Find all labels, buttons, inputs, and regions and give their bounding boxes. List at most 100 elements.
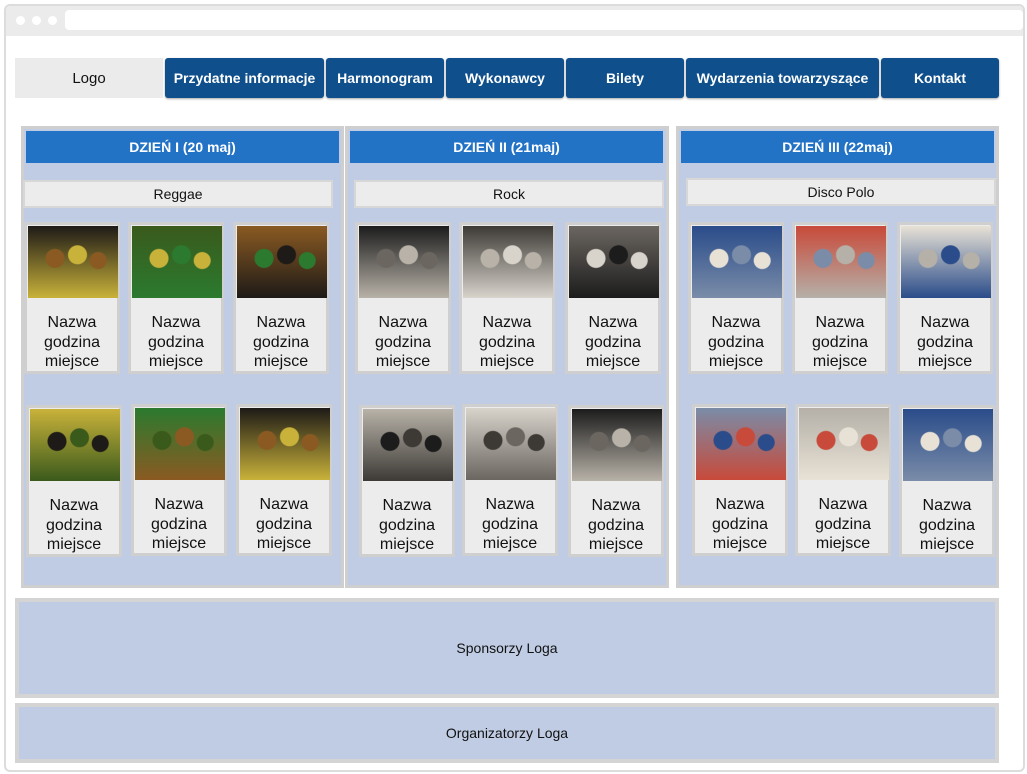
genre-label: Rock: [354, 180, 664, 208]
artist-name: Nazwa: [47, 314, 97, 331]
artist-place: miejsce: [919, 536, 975, 553]
artist-card[interactable]: Nazwa godzina miejsce: [692, 404, 788, 556]
artist-time: godzina: [252, 333, 310, 351]
artist-time: godzina: [43, 333, 101, 351]
day-title: DZIEŃ I (20 maj): [26, 131, 339, 163]
genre-label: Disco Polo: [686, 178, 996, 206]
artist-time: godzina: [916, 333, 974, 351]
artist-name: Nazwa: [815, 314, 865, 331]
artist-card[interactable]: Nazwa godzina miejsce: [233, 222, 329, 374]
window-dot-icon: [48, 16, 57, 25]
artist-card[interactable]: Nazwa godzina miejsce: [565, 222, 661, 374]
artist-info: Nazwa godzina miejsce: [239, 495, 329, 554]
artist-card[interactable]: Nazwa godzina miejsce: [359, 405, 455, 557]
artist-card[interactable]: Nazwa godzina miejsce: [792, 222, 888, 374]
nav-item-wydarzenia-towarzyszace[interactable]: Wydarzenia towarzyszące: [686, 58, 879, 98]
nav-item-przydatne-informacje[interactable]: Przydatne informacje: [165, 58, 324, 98]
artist-info: Nazwa godzina miejsce: [358, 313, 448, 372]
day-title: DZIEŃ III (22maj): [681, 131, 994, 163]
address-bar[interactable]: [65, 10, 1023, 30]
artist-time: godzina: [584, 333, 642, 351]
artist-time: godzina: [711, 515, 769, 533]
artist-place: miejsce: [482, 535, 538, 552]
artist-name: Nazwa: [922, 497, 972, 514]
window-dot-icon: [16, 16, 25, 25]
artist-place: miejsce: [46, 536, 102, 553]
artist-card[interactable]: Nazwa godzina miejsce: [795, 404, 891, 556]
artist-photo: [696, 408, 786, 480]
artist-name: Nazwa: [711, 314, 761, 331]
artist-time: godzina: [918, 516, 976, 534]
artist-time: godzina: [378, 516, 436, 534]
artist-place: miejsce: [812, 353, 868, 370]
artist-card[interactable]: Nazwa godzina miejsce: [355, 222, 451, 374]
artist-name: Nazwa: [154, 496, 204, 513]
artist-card[interactable]: Nazwa godzina miejsce: [462, 404, 558, 556]
artist-photo: [466, 408, 556, 480]
artist-place: miejsce: [44, 353, 100, 370]
artist-photo: [569, 226, 659, 298]
artist-time: godzina: [811, 333, 869, 351]
artist-card[interactable]: Nazwa godzina miejsce: [568, 405, 664, 557]
artist-info: Nazwa godzina miejsce: [695, 495, 785, 554]
artist-card[interactable]: Nazwa godzina miejsce: [236, 404, 332, 556]
artist-card[interactable]: Nazwa godzina miejsce: [26, 405, 122, 557]
artist-card[interactable]: Nazwa godzina miejsce: [459, 222, 555, 374]
artist-place: miejsce: [151, 535, 207, 552]
artist-time: godzina: [374, 333, 432, 351]
artist-card[interactable]: Nazwa godzina miejsce: [24, 222, 120, 374]
artist-info: Nazwa godzina miejsce: [691, 313, 781, 372]
artist-photo: [692, 226, 782, 298]
artist-photo: [799, 408, 889, 480]
artist-photo: [237, 226, 327, 298]
artist-time: godzina: [481, 515, 539, 533]
artist-photo: [363, 409, 453, 481]
nav-item-bilety[interactable]: Bilety: [566, 58, 684, 98]
artist-photo: [132, 226, 222, 298]
artist-name: Nazwa: [715, 496, 765, 513]
artist-place: miejsce: [588, 536, 644, 553]
artist-card[interactable]: Nazwa godzina miejsce: [899, 405, 995, 557]
artist-photo: [28, 226, 118, 298]
artist-info: Nazwa godzina miejsce: [362, 496, 452, 555]
artist-photo: [572, 409, 662, 481]
artist-card[interactable]: Nazwa godzina miejsce: [128, 222, 224, 374]
nav-item-wykonawcy[interactable]: Wykonawcy: [446, 58, 564, 98]
artist-name: Nazwa: [378, 314, 428, 331]
artist-time: godzina: [707, 333, 765, 351]
artist-photo: [903, 409, 993, 481]
artist-place: miejsce: [585, 353, 641, 370]
artist-place: miejsce: [917, 353, 973, 370]
artist-place: miejsce: [379, 536, 435, 553]
sponsors-logos: Sponsorzy Loga: [15, 598, 999, 698]
genre-label: Reggae: [23, 180, 333, 208]
artist-info: Nazwa godzina miejsce: [571, 496, 661, 555]
nav-item-harmonogram[interactable]: Harmonogram: [326, 58, 444, 98]
artist-place: miejsce: [708, 353, 764, 370]
artist-info: Nazwa godzina miejsce: [568, 313, 658, 372]
artist-photo: [359, 226, 449, 298]
artist-info: Nazwa godzina miejsce: [465, 495, 555, 554]
artist-name: Nazwa: [382, 497, 432, 514]
artist-name: Nazwa: [591, 497, 641, 514]
artist-info: Nazwa godzina miejsce: [131, 313, 221, 372]
artist-info: Nazwa godzina miejsce: [798, 495, 888, 554]
artist-card[interactable]: Nazwa godzina miejsce: [131, 404, 227, 556]
logo[interactable]: Logo: [15, 58, 163, 98]
window-dot-icon: [32, 16, 41, 25]
artist-time: godzina: [478, 333, 536, 351]
artist-place: miejsce: [712, 535, 768, 552]
artist-info: Nazwa godzina miejsce: [795, 313, 885, 372]
nav-item-kontakt[interactable]: Kontakt: [881, 58, 999, 98]
artist-time: godzina: [45, 516, 103, 534]
artist-place: miejsce: [256, 535, 312, 552]
artist-name: Nazwa: [256, 314, 306, 331]
artist-photo: [901, 226, 991, 298]
artist-time: godzina: [814, 515, 872, 533]
artist-photo: [796, 226, 886, 298]
artist-card[interactable]: Nazwa godzina miejsce: [688, 222, 784, 374]
artist-card[interactable]: Nazwa godzina miejsce: [897, 222, 993, 374]
artist-place: miejsce: [253, 353, 309, 370]
artist-info: Nazwa godzina miejsce: [134, 495, 224, 554]
artist-info: Nazwa godzina miejsce: [900, 313, 990, 372]
